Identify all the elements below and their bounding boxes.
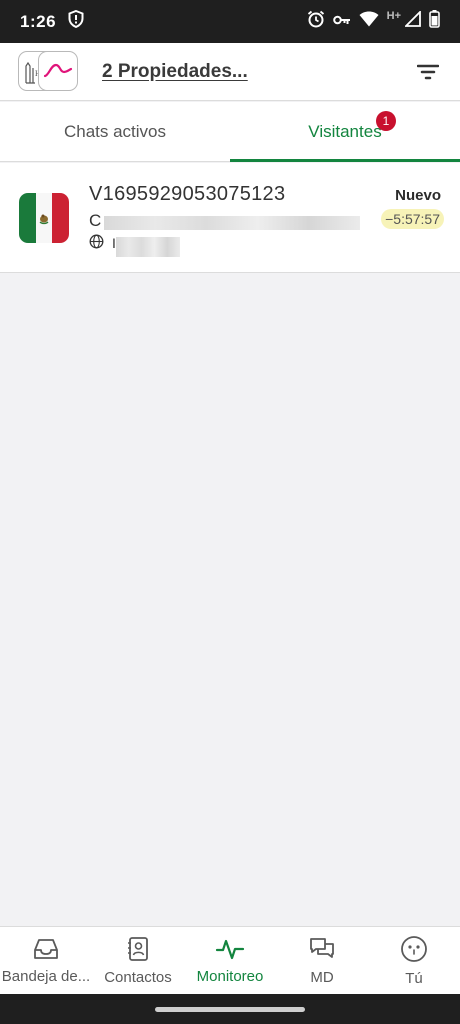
visitor-page-title: C <box>89 211 102 230</box>
tab-visitantes[interactable]: Visitantes 1 <box>230 102 460 162</box>
network-type: H+ <box>386 9 401 22</box>
visitor-status: Nuevo <box>395 187 441 204</box>
nav-md[interactable]: MD <box>276 927 368 994</box>
tab-chats-activos[interactable]: Chats activos <box>0 102 230 161</box>
wifi-icon <box>359 11 379 32</box>
home-handle[interactable] <box>155 1006 305 1012</box>
elapsed-time: −5:57:57 <box>381 209 444 229</box>
visitor-list-item[interactable]: V1695929053075123 Nuevo C −5:57:57 I <box>0 163 460 273</box>
filter-icon[interactable] <box>412 56 444 88</box>
globe-icon <box>89 234 104 252</box>
notification-badge: 1 <box>376 111 396 131</box>
tab-label: Chats activos <box>63 121 167 141</box>
nav-monitoreo[interactable]: Monitoreo <box>184 927 276 994</box>
tabs: Chats activos Visitantes 1 <box>0 102 460 162</box>
messages-icon <box>308 936 336 966</box>
contacts-icon <box>126 936 150 966</box>
nav-tu[interactable]: Tú <box>368 927 460 994</box>
vpn-key-icon <box>332 13 351 31</box>
mexico-flag-icon <box>19 193 69 243</box>
redacted-text <box>104 216 360 230</box>
visitor-id: V1695929053075123 <box>89 183 286 205</box>
nav-label: MD <box>310 968 334 986</box>
visitor-list-empty-area <box>0 274 460 926</box>
alarm-icon <box>307 10 325 33</box>
visitor-location: I <box>89 234 116 252</box>
nav-label: Contactos <box>104 968 172 986</box>
nav-label: Bandeja de... <box>1 967 91 985</box>
redacted-text <box>116 237 180 257</box>
tab-label: Visitantes <box>308 121 382 141</box>
property-logos[interactable]: H <box>18 50 80 93</box>
nav-label: Tú <box>405 969 423 987</box>
battery-icon <box>429 10 440 33</box>
properties-title[interactable]: 2 Propiedades... <box>102 61 248 83</box>
property-logo-2 <box>38 50 78 91</box>
profile-icon <box>400 935 428 967</box>
status-bar: 1:26 H+ <box>0 0 460 43</box>
gesture-bar <box>0 994 460 1024</box>
bottom-navigation: Bandeja de... Contactos Monitoreo MD Tú <box>0 926 460 994</box>
nav-contactos[interactable]: Contactos <box>92 927 184 994</box>
pulse-icon <box>215 937 245 965</box>
nav-bandeja[interactable]: Bandeja de... <box>0 927 92 994</box>
nav-label: Monitoreo <box>196 967 264 985</box>
clock: 1:26 <box>20 11 57 31</box>
shield-icon <box>68 9 84 33</box>
signal-icon <box>403 9 421 32</box>
inbox-icon <box>32 937 60 965</box>
app-header: H 2 Propiedades... <box>0 43 460 101</box>
